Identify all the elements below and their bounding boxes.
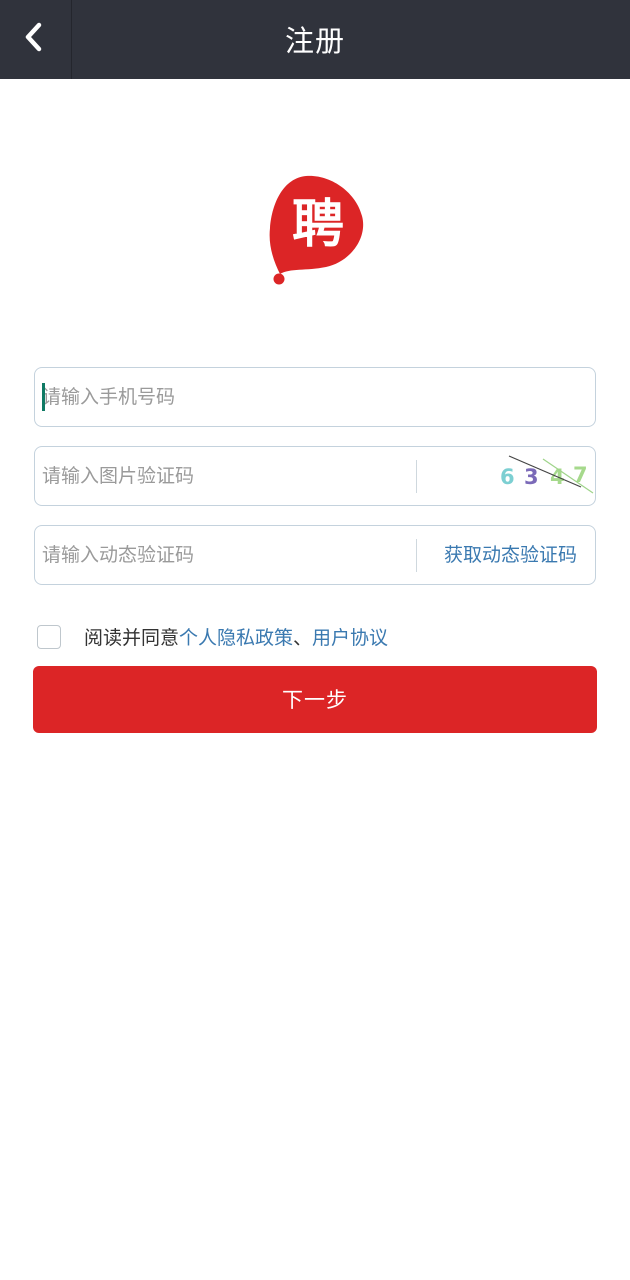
user-agreement-link[interactable]: 用户协议	[312, 627, 388, 649]
captcha-image[interactable]: 6 3 4 7	[455, 449, 595, 503]
logo-text: 聘	[292, 194, 344, 255]
sms-code-field[interactable]: 获取动态验证码	[34, 525, 596, 585]
header-bar: 注册	[0, 0, 630, 79]
captcha-input[interactable]	[42, 447, 402, 504]
captcha-char-4: 7	[573, 463, 588, 487]
get-sms-code-button[interactable]: 获取动态验证码	[444, 526, 577, 583]
phone-field[interactable]	[34, 367, 596, 427]
agreement-separator: 、	[293, 627, 313, 649]
phone-input[interactable]	[42, 368, 285, 425]
captcha-field[interactable]: 6 3 4 7	[34, 446, 596, 506]
agreement-prefix: 阅读并同意	[84, 627, 180, 649]
captcha-char-1: 6	[500, 465, 515, 489]
app-logo: 聘	[268, 172, 368, 287]
field-divider	[416, 539, 417, 572]
next-step-button[interactable]: 下一步	[33, 666, 597, 733]
sms-code-input[interactable]	[42, 526, 402, 583]
text-caret	[42, 383, 45, 411]
page-title: 注册	[284, 24, 345, 58]
captcha-char-2: 3	[524, 465, 539, 489]
agreement-row: 阅读并同意个人隐私政策、用户协议	[84, 623, 388, 653]
field-divider	[416, 460, 417, 493]
privacy-policy-link[interactable]: 个人隐私政策	[179, 627, 293, 649]
agreement-checkbox[interactable]	[37, 625, 61, 649]
